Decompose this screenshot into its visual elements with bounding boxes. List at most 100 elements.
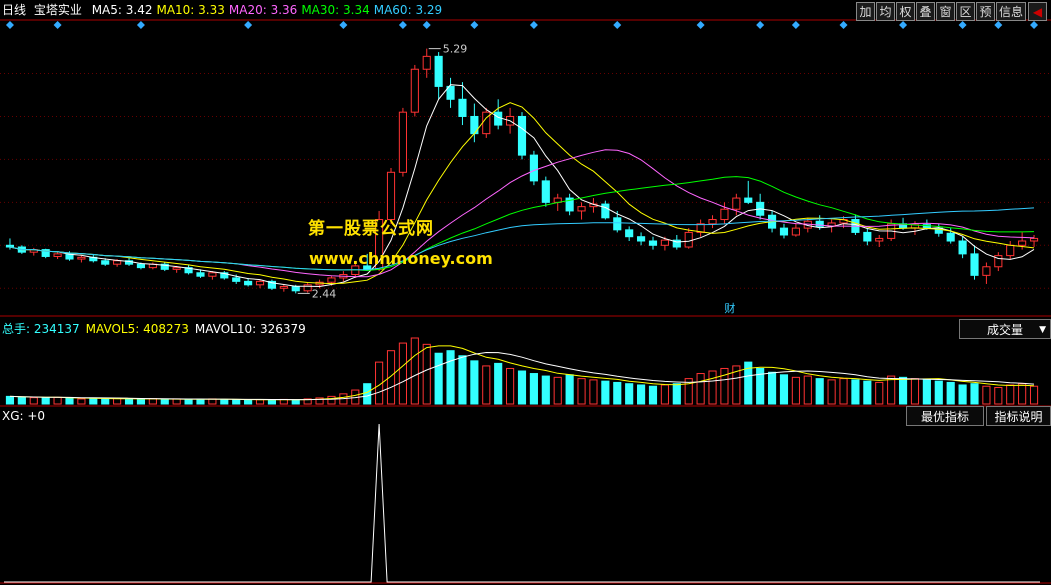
ma-legend-value: 3.29: [415, 3, 443, 17]
candle-body: [386, 171, 396, 221]
volume-bar: [506, 367, 515, 405]
indicator-help-button[interactable]: 指标说明: [986, 406, 1051, 426]
overlay-button[interactable]: 叠: [916, 2, 935, 21]
volume-bar: [994, 387, 1003, 405]
signal-diamond: [899, 21, 908, 29]
candle-body: [255, 280, 265, 286]
candle-body: [398, 111, 407, 173]
volume-bar: [422, 343, 431, 405]
candle-body: [601, 203, 610, 219]
volume-bar: [958, 384, 967, 405]
volume-bar: [29, 397, 38, 405]
volume-bar: [660, 384, 669, 405]
add-button[interactable]: 加: [856, 2, 875, 21]
signal-diamond: [53, 21, 62, 29]
candle-body: [196, 272, 205, 277]
volume-selector[interactable]: 成交量 ▼: [959, 319, 1051, 339]
forecast-button[interactable]: 预: [976, 2, 995, 21]
candle-body: [303, 284, 312, 292]
volume-bar: [1029, 385, 1039, 405]
average-button[interactable]: 均: [876, 2, 895, 21]
volume-bar: [160, 399, 169, 405]
signal-diamond: [958, 21, 967, 29]
volume-bar: [220, 399, 229, 405]
candle-body: [529, 154, 538, 182]
candle-body: [434, 55, 443, 87]
signal-diamond: [398, 21, 407, 29]
candle-body: [172, 267, 181, 270]
ma-legend: MA5: 3.42 MA10: 3.33 MA20: 3.36 MA30: 3.34 M…: [92, 3, 446, 17]
signal-diamond: [136, 21, 145, 29]
signal-diamond: [994, 21, 1003, 29]
volume-bar: [982, 385, 991, 405]
low-label: 2.44: [312, 287, 337, 300]
volume-bar: [648, 385, 658, 405]
volume-bar: [244, 399, 253, 405]
volume-selector-label: 成交量: [987, 323, 1024, 337]
range-button[interactable]: 区: [956, 2, 975, 21]
period-label[interactable]: 日线: [2, 3, 26, 17]
ma-legend-value: 3.33: [198, 3, 225, 17]
high-label: 5.29: [443, 43, 468, 56]
candle-body: [625, 229, 634, 238]
volume-legend-value: 408273: [143, 322, 189, 336]
ma-legend-value: 3.42: [125, 3, 153, 17]
candle-body: [660, 239, 669, 246]
volume-bar: [970, 383, 979, 405]
volume-bar: [827, 379, 836, 405]
volume-bar: [148, 398, 157, 405]
volume-bar: [934, 380, 943, 405]
signal-diamond: [5, 21, 14, 29]
signal-diamond: [244, 21, 253, 29]
candle-body: [720, 208, 729, 221]
xg-label: XG: +0: [2, 409, 46, 423]
signal-diamond: [696, 21, 705, 29]
triangle-menu-icon[interactable]: ◀: [1028, 2, 1047, 21]
window-button[interactable]: 窗: [936, 2, 955, 21]
candle-body: [779, 227, 789, 236]
volume-bar: [398, 342, 407, 405]
candle-body: [946, 232, 955, 242]
info-button[interactable]: 信息: [996, 2, 1026, 21]
ma-legend-item: MA5:: [91, 3, 126, 17]
ma-line: [9, 149, 1035, 278]
candle-body: [279, 286, 288, 289]
volume-bar: [875, 381, 884, 405]
volume-legend-item: 总手:: [2, 322, 34, 336]
ma-line: [9, 176, 1035, 272]
volume-bar: [898, 376, 908, 405]
volume-bar: [922, 379, 931, 405]
stock-chart[interactable]: 5.29 2.44 财: [0, 0, 1051, 585]
signal-markers: [5, 21, 1039, 29]
volume-bar: [910, 378, 920, 405]
volume-bar: [767, 371, 777, 405]
volume-bar: [470, 360, 479, 405]
volume-bar: [482, 365, 491, 405]
rights-button[interactable]: 权: [896, 2, 915, 21]
candle-body: [244, 280, 253, 286]
volume-legend: 总手: 234137 MAVOL5: 408273 MAVOL10: 326379: [2, 321, 312, 337]
signal-diamond: [422, 21, 431, 29]
dropdown-arrow-icon: ▼: [1039, 325, 1046, 335]
volume-bar: [363, 383, 372, 405]
candle-body: [577, 206, 586, 212]
candle-body: [5, 244, 15, 248]
volume-bar: [53, 396, 62, 405]
volume-bar: [434, 352, 443, 405]
volume-bar: [136, 398, 146, 405]
ma-legend-item: MA60:: [373, 3, 416, 17]
ma-legend-value: 3.36: [270, 3, 298, 17]
xg-indicator: [4, 423, 1040, 583]
candle-body: [422, 55, 431, 70]
volume-bar: [779, 374, 789, 405]
candle-body: [77, 256, 86, 260]
volume-bar: [541, 375, 550, 405]
candle-body: [208, 272, 217, 277]
best-indicator-button[interactable]: 最优指标: [906, 406, 984, 426]
watermark-title: 第一股票公式网: [308, 219, 434, 239]
volume-bar: [124, 398, 134, 405]
volume-bar: [863, 380, 872, 405]
candle-body: [113, 260, 122, 265]
volume-bar: [803, 375, 812, 405]
volume-bar: [255, 399, 265, 405]
